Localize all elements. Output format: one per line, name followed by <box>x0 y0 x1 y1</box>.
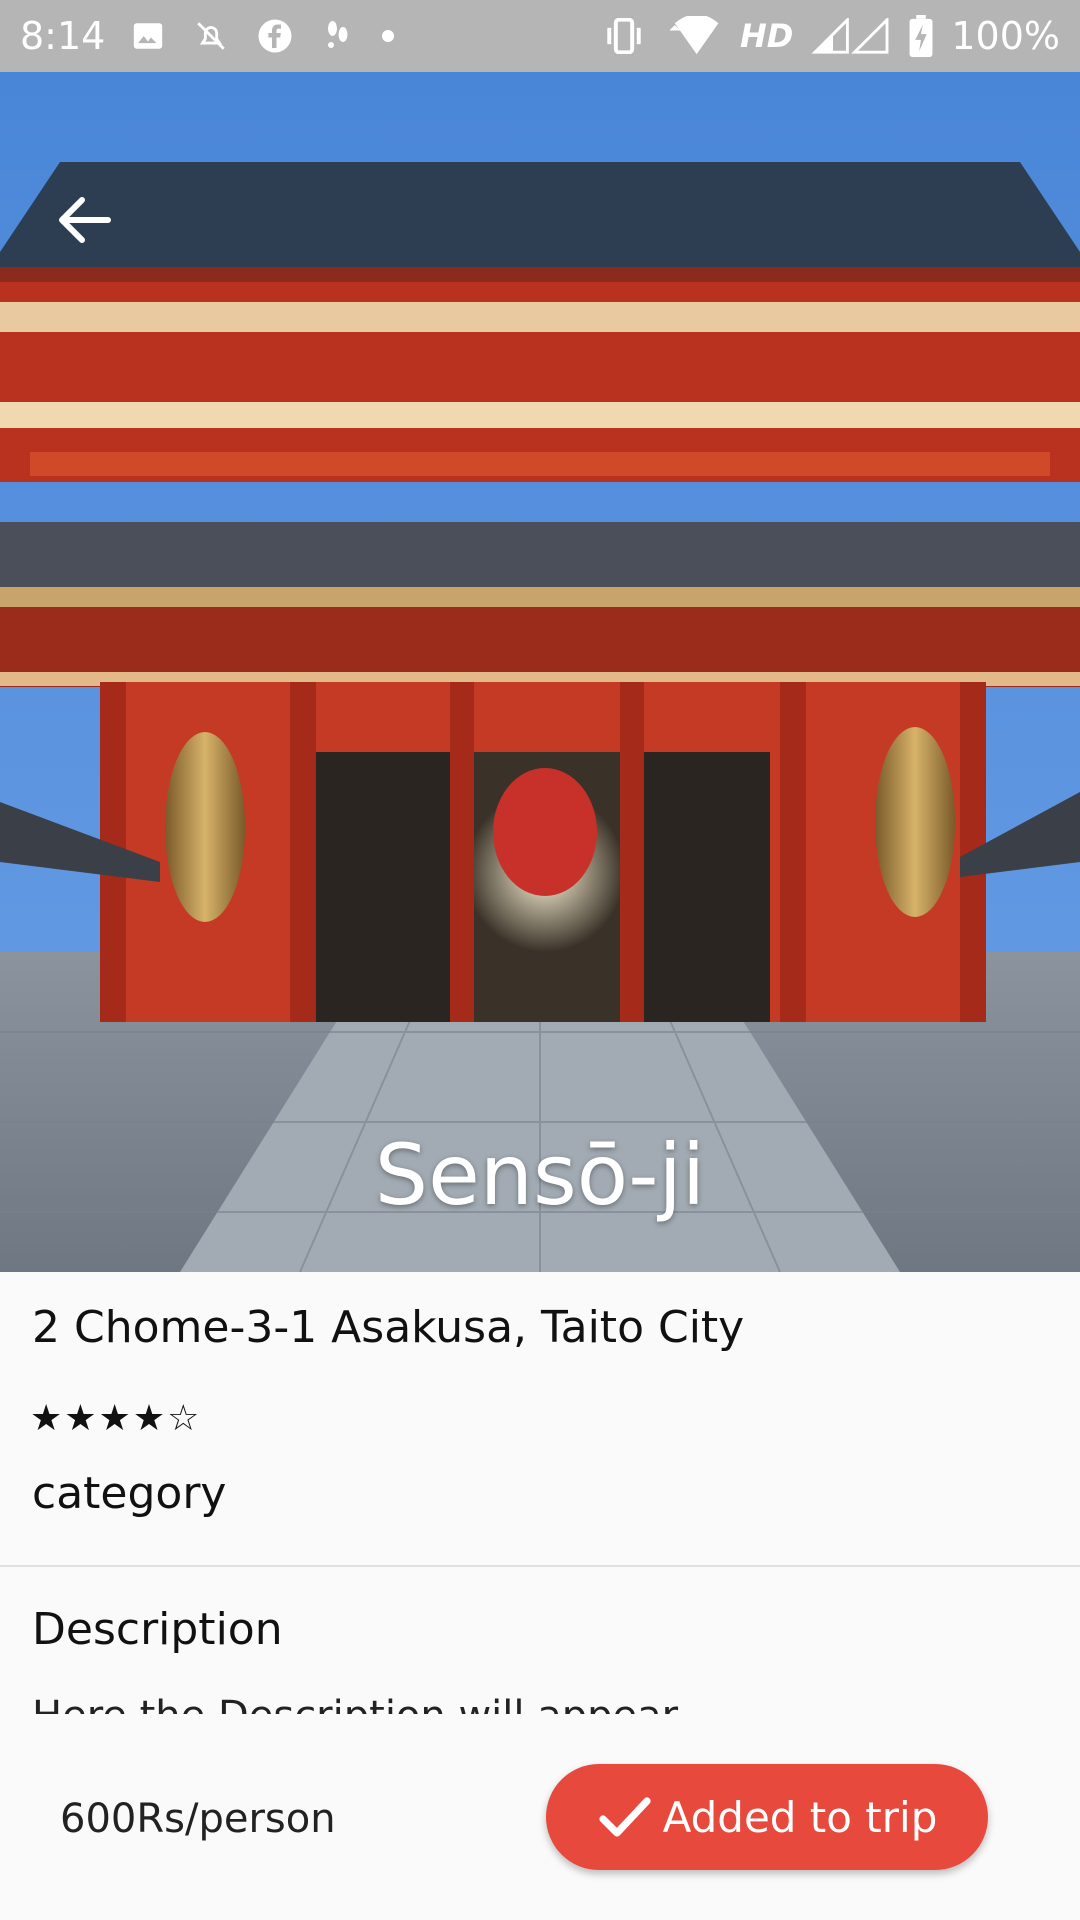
divider <box>0 1565 1080 1567</box>
added-to-trip-button[interactable]: Added to trip <box>546 1764 988 1870</box>
price-label: 600Rs/person <box>60 1796 336 1842</box>
dot-icon <box>381 29 395 43</box>
place-title: Sensō-ji <box>374 1126 706 1224</box>
footsteps-icon <box>319 16 355 56</box>
arrow-back-icon <box>59 197 111 243</box>
temple-gate-photo <box>0 72 1080 1272</box>
star-rating: ★★★★☆ <box>30 1398 202 1439</box>
signal-icon <box>811 18 891 54</box>
network-type: HD <box>740 17 794 55</box>
battery-level: 100% <box>951 14 1060 58</box>
description-text: Here the Description will appear <box>32 1690 1032 1714</box>
wifi-icon <box>664 16 722 56</box>
check-icon <box>599 1797 651 1837</box>
battery-icon <box>909 15 933 57</box>
image-icon <box>131 19 165 53</box>
status-bar: 8:14 HD 100% <box>0 0 1080 72</box>
added-to-trip-label: Added to trip <box>662 1792 938 1842</box>
facebook-icon <box>257 18 293 54</box>
alarm-off-icon <box>191 19 231 53</box>
place-category: category <box>32 1468 227 1519</box>
description-heading: Description <box>32 1604 283 1655</box>
status-time: 8:14 <box>20 14 106 58</box>
hero-image <box>0 72 1080 1272</box>
back-button[interactable] <box>44 180 124 260</box>
place-address: 2 Chome-3-1 Asakusa, Taito City <box>32 1302 745 1353</box>
description-container: Here the Description will appear <box>32 1690 1032 1714</box>
vibrate-icon <box>602 18 646 54</box>
